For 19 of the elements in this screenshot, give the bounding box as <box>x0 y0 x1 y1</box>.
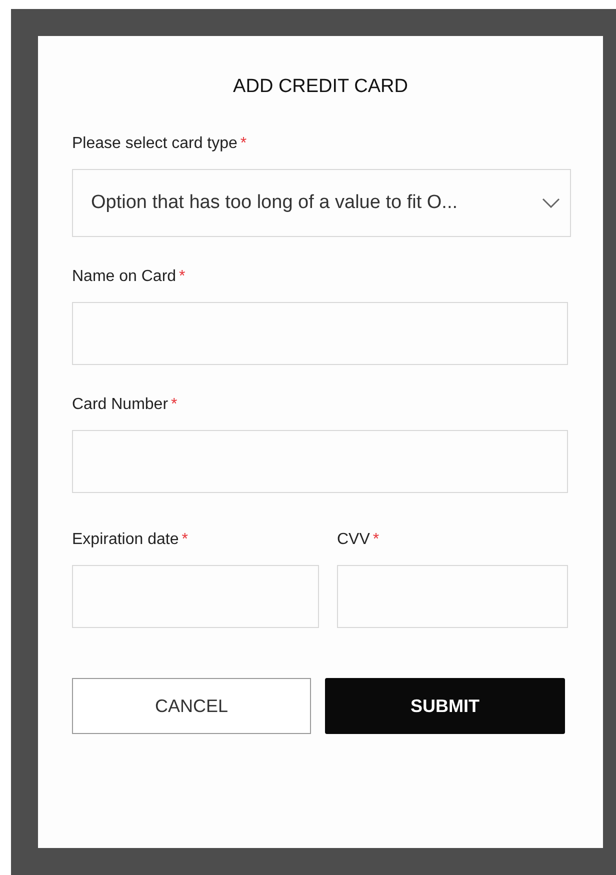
input-field[interactable] <box>337 565 568 628</box>
required-asterisk: * <box>171 396 178 414</box>
cancel-button[interactable]: CANCEL <box>72 678 311 734</box>
required-asterisk: * <box>182 531 188 549</box>
input-field[interactable] <box>72 565 319 628</box>
card-type-dropdown[interactable]: Option that has too long of a value to fit O... <box>72 169 571 237</box>
required-asterisk: * <box>179 268 186 286</box>
input-field[interactable] <box>72 302 568 365</box>
field-label: Expiration date <box>72 530 179 550</box>
field-label: Name on Card <box>72 267 176 287</box>
field-label: CVV <box>337 530 370 550</box>
required-asterisk: * <box>240 135 247 153</box>
chevron-down-icon <box>542 198 560 208</box>
input-field[interactable] <box>72 430 568 493</box>
field-label: Please select card type <box>72 134 238 154</box>
dialog-title: ADD CREDIT CARD <box>232 75 409 99</box>
submit-button[interactable]: SUBMIT <box>325 678 565 734</box>
field-label: Card Number <box>72 395 168 415</box>
required-asterisk: * <box>372 531 380 549</box>
